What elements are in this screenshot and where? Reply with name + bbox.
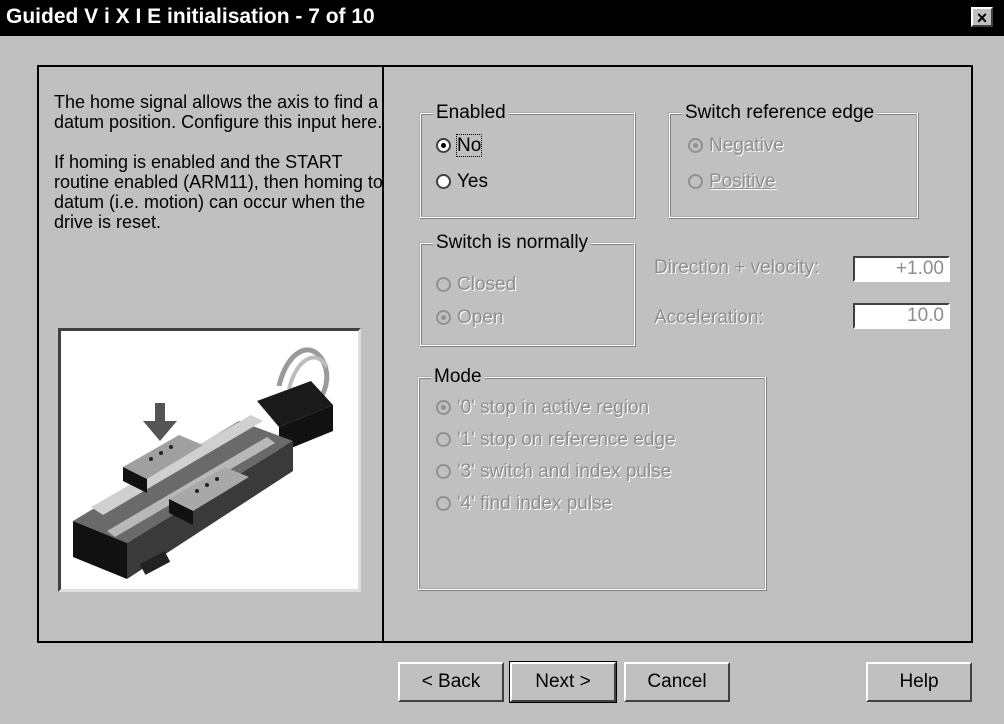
close-button[interactable]: × — [971, 7, 993, 28]
mode-3-radio[interactable]: '3' switch and index pulse — [436, 461, 671, 483]
ref-negative-label: Negative — [709, 135, 784, 156]
switch-open-radio[interactable]: Open — [436, 307, 503, 329]
enabled-yes-label: Yes — [457, 171, 488, 192]
radio-dot-icon — [436, 464, 451, 479]
radio-dot-icon — [688, 138, 703, 153]
radio-dot-icon — [688, 174, 703, 189]
enabled-yes-radio[interactable]: Yes — [436, 171, 488, 193]
radio-dot-icon — [436, 310, 451, 325]
next-button[interactable]: Next > — [509, 661, 617, 703]
switch-normally-legend: Switch is normally — [433, 232, 592, 254]
mode-4-label: '4' find index pulse — [457, 493, 613, 514]
ref-negative-radio[interactable]: Negative — [688, 135, 784, 157]
description-paragraph-2: If homing is enabled and the START routi… — [54, 152, 383, 232]
linear-actuator-image — [73, 347, 333, 579]
mode-legend: Mode — [431, 366, 485, 388]
radio-dot-icon — [436, 174, 451, 189]
close-icon: × — [976, 8, 988, 28]
switch-reference-edge-legend: Switch reference edge — [682, 102, 878, 124]
acceleration-label: Acceleration: — [654, 307, 764, 328]
radio-dot-icon — [436, 432, 451, 447]
switch-closed-label: Closed — [457, 274, 517, 295]
radio-dot-icon — [436, 400, 451, 415]
mode-3-label: '3' switch and index pulse — [457, 461, 672, 482]
mode-0-label: '0' stop in active region — [457, 397, 650, 418]
enabled-legend: Enabled — [433, 102, 509, 124]
switch-reference-edge-group: Switch reference edge — [668, 102, 918, 218]
help-button[interactable]: Help — [866, 662, 972, 702]
enabled-no-label: No — [455, 134, 483, 157]
description-paragraph-1: The home signal allows the axis to find … — [54, 92, 383, 132]
ref-positive-label: Positive — [709, 171, 776, 192]
radio-dot-icon — [436, 138, 451, 153]
down-arrow-icon — [143, 403, 177, 441]
enabled-group: Enabled — [419, 102, 635, 218]
switch-closed-radio[interactable]: Closed — [436, 274, 516, 296]
radio-dot-icon — [436, 277, 451, 292]
radio-dot-icon — [436, 496, 451, 511]
mode-1-label: '1' stop on reference edge — [457, 429, 676, 450]
description-text: The home signal allows the axis to find … — [54, 92, 384, 252]
title-bar: Guided V i X I E initialisation - 7 of 1… — [0, 0, 1004, 36]
window-title: Guided V i X I E initialisation - 7 of 1… — [6, 5, 375, 28]
cancel-button[interactable]: Cancel — [624, 662, 730, 702]
mode-0-radio[interactable]: '0' stop in active region — [436, 397, 649, 419]
direction-velocity-label: Direction + velocity: — [654, 257, 820, 278]
mode-4-radio[interactable]: '4' find index pulse — [436, 493, 612, 515]
mode-1-radio[interactable]: '1' stop on reference edge — [436, 429, 676, 451]
ref-positive-radio[interactable]: Positive — [688, 171, 776, 193]
actuator-image-frame — [58, 328, 361, 592]
direction-velocity-field[interactable]: +1.00 — [853, 256, 950, 282]
acceleration-field[interactable]: 10.0 — [853, 303, 950, 329]
back-button[interactable]: < Back — [398, 662, 504, 702]
switch-open-label: Open — [457, 307, 504, 328]
enabled-no-radio[interactable]: No — [436, 134, 483, 157]
